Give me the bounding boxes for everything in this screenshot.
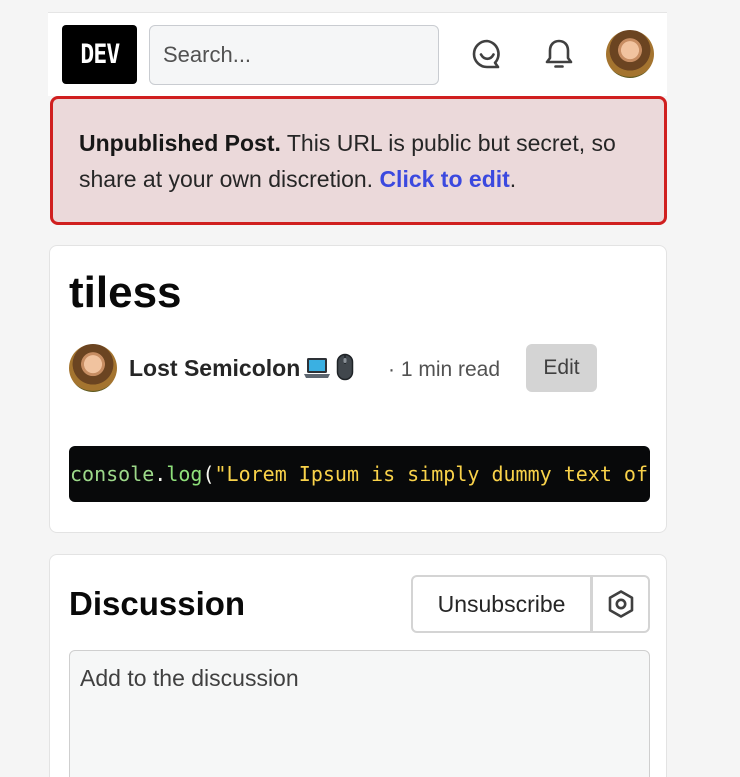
article-card: tiless Lost Semicolon · 1 min read Edit … xyxy=(49,245,667,533)
page: DEV Unpublished Post. This URL is public… xyxy=(48,12,667,777)
search-input[interactable] xyxy=(149,25,439,85)
unpublished-banner: Unpublished Post. This URL is public but… xyxy=(50,96,667,225)
code-block[interactable]: console.log("Lorem Ipsum is simply dummy… xyxy=(69,446,650,502)
edit-button[interactable]: Edit xyxy=(526,344,597,392)
top-header: DEV xyxy=(48,12,667,96)
author-name[interactable]: Lost Semicolon xyxy=(129,355,300,382)
laptop-icon xyxy=(304,358,330,378)
banner-heading: Unpublished Post. xyxy=(79,130,281,156)
code-function: log xyxy=(166,462,203,486)
settings-icon xyxy=(608,590,633,618)
click-to-edit-link[interactable]: Click to edit xyxy=(379,166,509,192)
author-avatar[interactable] xyxy=(69,344,117,392)
code-paren: ( xyxy=(202,462,215,486)
article-title: tiless xyxy=(69,268,182,317)
chat-icon[interactable] xyxy=(468,35,506,73)
logo-text: DEV xyxy=(80,39,120,70)
code-object: console xyxy=(70,462,155,486)
code-dot: . xyxy=(154,462,167,486)
subscription-settings-button[interactable] xyxy=(591,575,650,633)
dev-logo[interactable]: DEV xyxy=(62,25,137,84)
mouse-icon xyxy=(336,353,354,381)
discussion-card: Discussion Unsubscribe xyxy=(49,554,667,777)
read-time: · 1 min read xyxy=(388,358,501,381)
bell-icon[interactable] xyxy=(540,35,578,73)
code-string: "Lorem Ipsum is simply dummy text of xyxy=(214,462,648,486)
comment-textarea[interactable] xyxy=(69,650,650,777)
banner-period: . xyxy=(509,166,517,192)
unsubscribe-button[interactable]: Unsubscribe xyxy=(411,575,592,633)
discussion-title: Discussion xyxy=(69,585,246,622)
user-avatar[interactable] xyxy=(606,30,654,78)
